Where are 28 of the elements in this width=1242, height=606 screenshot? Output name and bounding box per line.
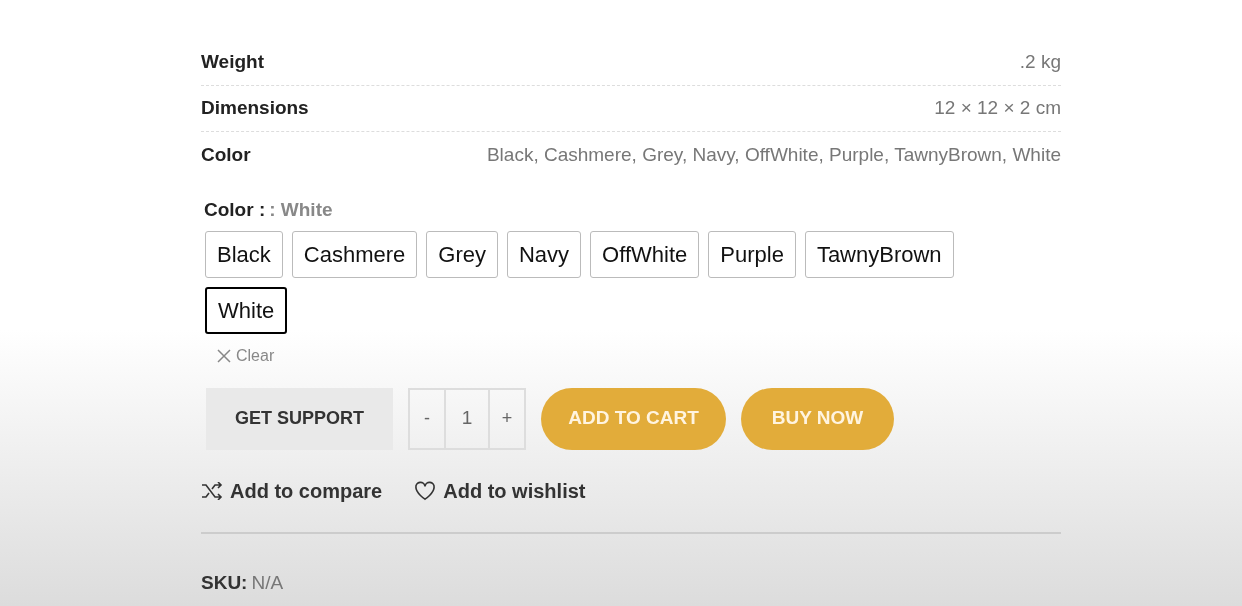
color-swatch[interactable]: Navy (506, 230, 582, 278)
color-swatch[interactable]: TawnyBrown (804, 230, 954, 278)
color-swatch[interactable]: Black (205, 230, 283, 278)
increment-button[interactable]: + (490, 389, 524, 448)
decrement-button[interactable]: - (410, 389, 444, 448)
color-swatch[interactable]: Grey (426, 230, 498, 278)
attribute-label: Dimensions (201, 96, 309, 121)
chosen-value: : White (269, 198, 333, 222)
color-swatch[interactable]: White (205, 286, 288, 334)
close-icon (217, 348, 231, 363)
clear-button[interactable]: Clear (217, 343, 275, 368)
wishlist-link[interactable]: Add to wishlist (414, 475, 586, 506)
attribute-value: .2 kg (1019, 50, 1061, 75)
attribute-label: Color (201, 142, 251, 167)
shuffle-icon (201, 481, 223, 500)
heart-icon (414, 480, 437, 501)
color-swatch[interactable]: Purple (708, 230, 796, 278)
attribute-label: Weight (201, 50, 264, 75)
color-swatch[interactable]: OffWhite (590, 230, 700, 278)
sku-label: SKU: (201, 570, 248, 595)
quantity-field[interactable]: 1 (444, 389, 490, 448)
color-swatch[interactable]: Cashmere (291, 230, 418, 278)
attribute-value: Black, Cashmere, Grey, Navy, OffWhite, Purple, TawnyBrown, White (486, 142, 1061, 167)
sku-value: N/A (251, 570, 284, 595)
variation-label: Color : (204, 198, 266, 222)
get-support-button[interactable]: GET SUPPORT (206, 387, 393, 450)
compare-link[interactable]: Add to compare (201, 475, 383, 506)
attribute-value: 12 × 12 × 2 cm (934, 96, 1061, 121)
